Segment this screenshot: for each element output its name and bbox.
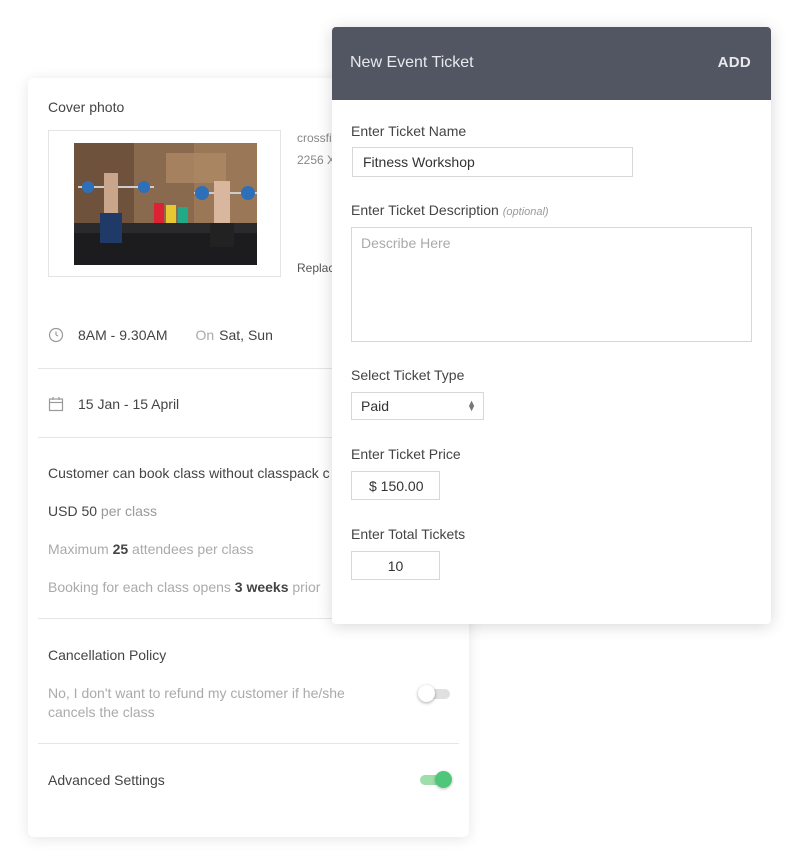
class-time: 8AM - 9.30AM	[78, 327, 168, 343]
optional-tag: (optional)	[502, 206, 549, 218]
booking-title: Customer can book class without classpac…	[48, 465, 330, 481]
modal-title: New Event Ticket	[350, 54, 474, 71]
price-value: 50	[81, 503, 98, 519]
class-date-row: 15 Jan - 15 April	[48, 396, 179, 412]
photo-filename: crossfit	[297, 131, 336, 145]
ticket-type-value: Paid	[361, 398, 390, 414]
max-value: 25	[112, 541, 129, 557]
max-attendees: Maximum 25 attendees per class	[48, 541, 253, 557]
select-arrows-icon: ▲ ▼	[467, 398, 476, 413]
cancellation-desc-line2: cancels the class	[48, 704, 155, 720]
ticket-description-label: Enter Ticket Description (optional)	[351, 202, 549, 218]
calendar-icon	[48, 397, 64, 412]
ticket-description-textarea[interactable]: Describe Here	[351, 227, 752, 342]
on-label: On	[195, 327, 215, 343]
ticket-type-select[interactable]: Paid ▲ ▼	[351, 392, 484, 420]
clock-icon	[48, 327, 64, 343]
new-ticket-modal: New Event Ticket ADD Enter Ticket Name F…	[332, 27, 771, 624]
total-tickets-value: 10	[387, 558, 404, 574]
opens-suffix: prior	[292, 579, 321, 595]
total-tickets-label: Enter Total Tickets	[351, 526, 466, 542]
cover-photo-frame[interactable]	[48, 130, 281, 277]
ticket-price-label: Enter Ticket Price	[351, 446, 461, 462]
cover-photo-label: Cover photo	[48, 99, 125, 115]
ticket-name-label: Enter Ticket Name	[351, 123, 467, 139]
add-button[interactable]: ADD	[718, 54, 751, 71]
price-unit: per class	[100, 503, 157, 519]
cancellation-title: Cancellation Policy	[48, 647, 167, 663]
cancellation-description: No, I don't want to refund my customer i…	[48, 684, 345, 722]
cancellation-toggle[interactable]	[418, 685, 450, 702]
toggle-knob	[435, 771, 452, 788]
class-days: Sat, Sun	[219, 327, 273, 343]
class-date-range: 15 Jan - 15 April	[78, 396, 180, 412]
price-per-class: USD 50 per class	[48, 503, 157, 519]
replace-photo-link[interactable]: Replac	[297, 261, 334, 275]
opens-value: 3 weeks	[234, 579, 289, 595]
ticket-description-label-text: Enter Ticket Description	[351, 202, 499, 218]
ticket-description-placeholder: Describe Here	[361, 235, 451, 251]
class-time-row: 8AM - 9.30AM On Sat, Sun	[48, 327, 273, 343]
ticket-price-input[interactable]: $ 150.00	[351, 471, 440, 500]
cover-photo-image	[74, 143, 257, 265]
ticket-type-label: Select Ticket Type	[351, 367, 465, 383]
modal-header: New Event Ticket ADD	[332, 27, 771, 100]
ticket-name-input[interactable]: Fitness Workshop	[352, 147, 633, 177]
ticket-price-value: $ 150.00	[369, 478, 424, 494]
divider	[38, 743, 459, 744]
price-currency: USD	[48, 503, 78, 519]
advanced-settings-toggle[interactable]	[420, 771, 452, 788]
total-tickets-input[interactable]: 10	[351, 551, 440, 580]
opens-prefix: Booking for each class opens	[48, 579, 231, 595]
advanced-settings-title: Advanced Settings	[48, 772, 165, 788]
photo-dimensions: 2256 X	[297, 153, 336, 167]
ticket-name-value: Fitness Workshop	[363, 154, 475, 170]
max-prefix: Maximum	[48, 541, 109, 557]
booking-opens: Booking for each class opens 3 weeks pri…	[48, 579, 320, 595]
toggle-knob	[418, 685, 435, 702]
max-suffix: attendees per class	[132, 541, 254, 557]
cancellation-desc-line1: No, I don't want to refund my customer i…	[48, 685, 345, 701]
